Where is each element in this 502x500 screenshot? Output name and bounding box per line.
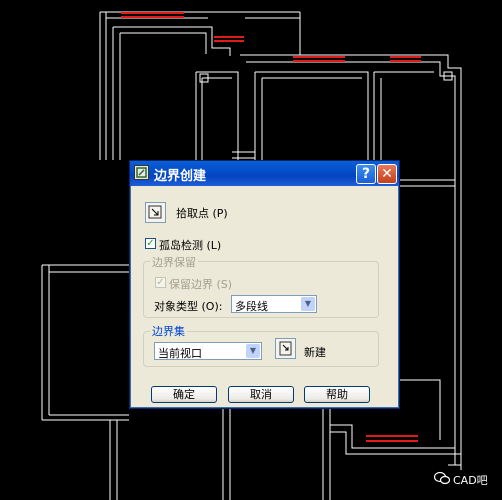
select-objects-icon <box>279 341 292 356</box>
retain-boundary-checkbox[interactable]: ✓ <box>155 277 166 288</box>
boundary-set-value: 当前视口 <box>158 347 202 360</box>
watermark: CAD吧 <box>434 470 494 488</box>
chevron-down-icon[interactable]: ▼ <box>301 297 315 311</box>
pick-point-label: 拾取点 (P) <box>176 207 228 220</box>
island-detection-checkbox[interactable]: ✓ <box>145 238 156 249</box>
chevron-down-icon[interactable]: ▼ <box>246 344 260 358</box>
help-button[interactable]: 帮助 <box>304 386 370 403</box>
pick-point-icon <box>148 205 162 219</box>
object-type-value: 多段线 <box>235 300 268 313</box>
retain-boundary-label: 保留边界 (S) <box>169 278 233 291</box>
boundary-set-select[interactable]: 当前视口 ▼ <box>154 342 262 360</box>
dialog-title: 边界创建 <box>154 169 207 184</box>
title-bar[interactable]: 边界创建 ? ✕ <box>130 161 399 186</box>
help-title-button[interactable]: ? <box>356 164 376 184</box>
object-type-label: 对象类型 (O): <box>154 300 223 313</box>
boundary-retention-title: 边界保留 <box>150 254 198 270</box>
wechat-icon <box>434 471 450 485</box>
island-detection-label: 孤岛检测 (L) <box>159 239 222 252</box>
pick-point-button[interactable] <box>145 202 166 223</box>
boundary-creation-dialog: 边界创建 ? ✕ 拾取点 (P) ✓ 孤岛检测 (L) 边界保留 ✓ 保留边界 … <box>129 160 400 409</box>
boundary-set-title: 边界集 <box>150 323 187 339</box>
cancel-button[interactable]: 取消 <box>228 386 294 403</box>
close-button[interactable]: ✕ <box>377 164 397 184</box>
new-label: 新建 <box>304 346 326 359</box>
new-boundary-set-button[interactable] <box>275 338 296 359</box>
object-type-select[interactable]: 多段线 ▼ <box>231 295 317 313</box>
watermark-text: CAD吧 <box>453 474 488 487</box>
ok-button[interactable]: 确定 <box>151 386 217 403</box>
app-icon <box>134 165 149 180</box>
